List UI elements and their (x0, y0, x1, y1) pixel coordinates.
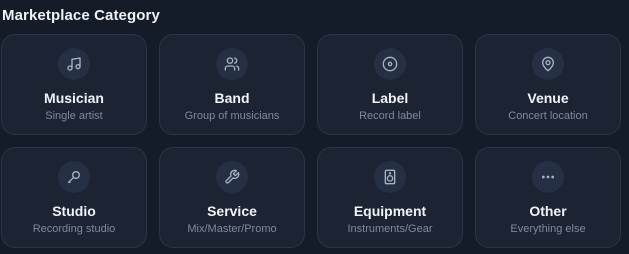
category-subtitle: Record label (359, 110, 421, 122)
category-subtitle: Concert location (508, 110, 588, 122)
category-card-band[interactable]: Band Group of musicians (159, 34, 305, 135)
users-icon (216, 48, 248, 80)
category-subtitle: Group of musicians (184, 110, 280, 122)
category-title: Equipment (353, 203, 427, 219)
category-subtitle: Recording studio (32, 223, 116, 235)
category-subtitle: Mix/Master/Promo (187, 223, 277, 235)
category-card-service[interactable]: Service Mix/Master/Promo (159, 147, 305, 248)
disc-icon (374, 48, 406, 80)
category-card-other[interactable]: Other Everything else (475, 147, 621, 248)
category-subtitle: Everything else (510, 223, 586, 235)
section-title: Marketplace Category (2, 7, 160, 24)
category-card-equipment[interactable]: Equipment Instruments/Gear (317, 147, 463, 248)
category-card-musician[interactable]: Musician Single artist (1, 34, 147, 135)
speaker-icon (374, 161, 406, 193)
category-card-studio[interactable]: Studio Recording studio (1, 147, 147, 248)
category-title: Band (214, 90, 250, 106)
category-title: Studio (52, 203, 96, 219)
microphone-icon (58, 161, 90, 193)
category-title: Musician (44, 90, 104, 106)
wrench-icon (216, 161, 248, 193)
category-subtitle: Instruments/Gear (347, 223, 433, 235)
category-grid: Musician Single artist Band Group of mus… (1, 34, 629, 248)
marketplace-category-section: Marketplace Category Musician Single art… (0, 0, 629, 254)
category-card-label[interactable]: Label Record label (317, 34, 463, 135)
category-title: Label (371, 90, 409, 106)
category-title: Service (207, 203, 257, 219)
category-card-venue[interactable]: Venue Concert location (475, 34, 621, 135)
category-subtitle: Single artist (45, 110, 103, 122)
map-pin-icon (532, 48, 564, 80)
more-horizontal-icon (532, 161, 564, 193)
category-title: Venue (527, 90, 569, 106)
music-note-icon (58, 48, 90, 80)
category-title: Other (529, 203, 567, 219)
